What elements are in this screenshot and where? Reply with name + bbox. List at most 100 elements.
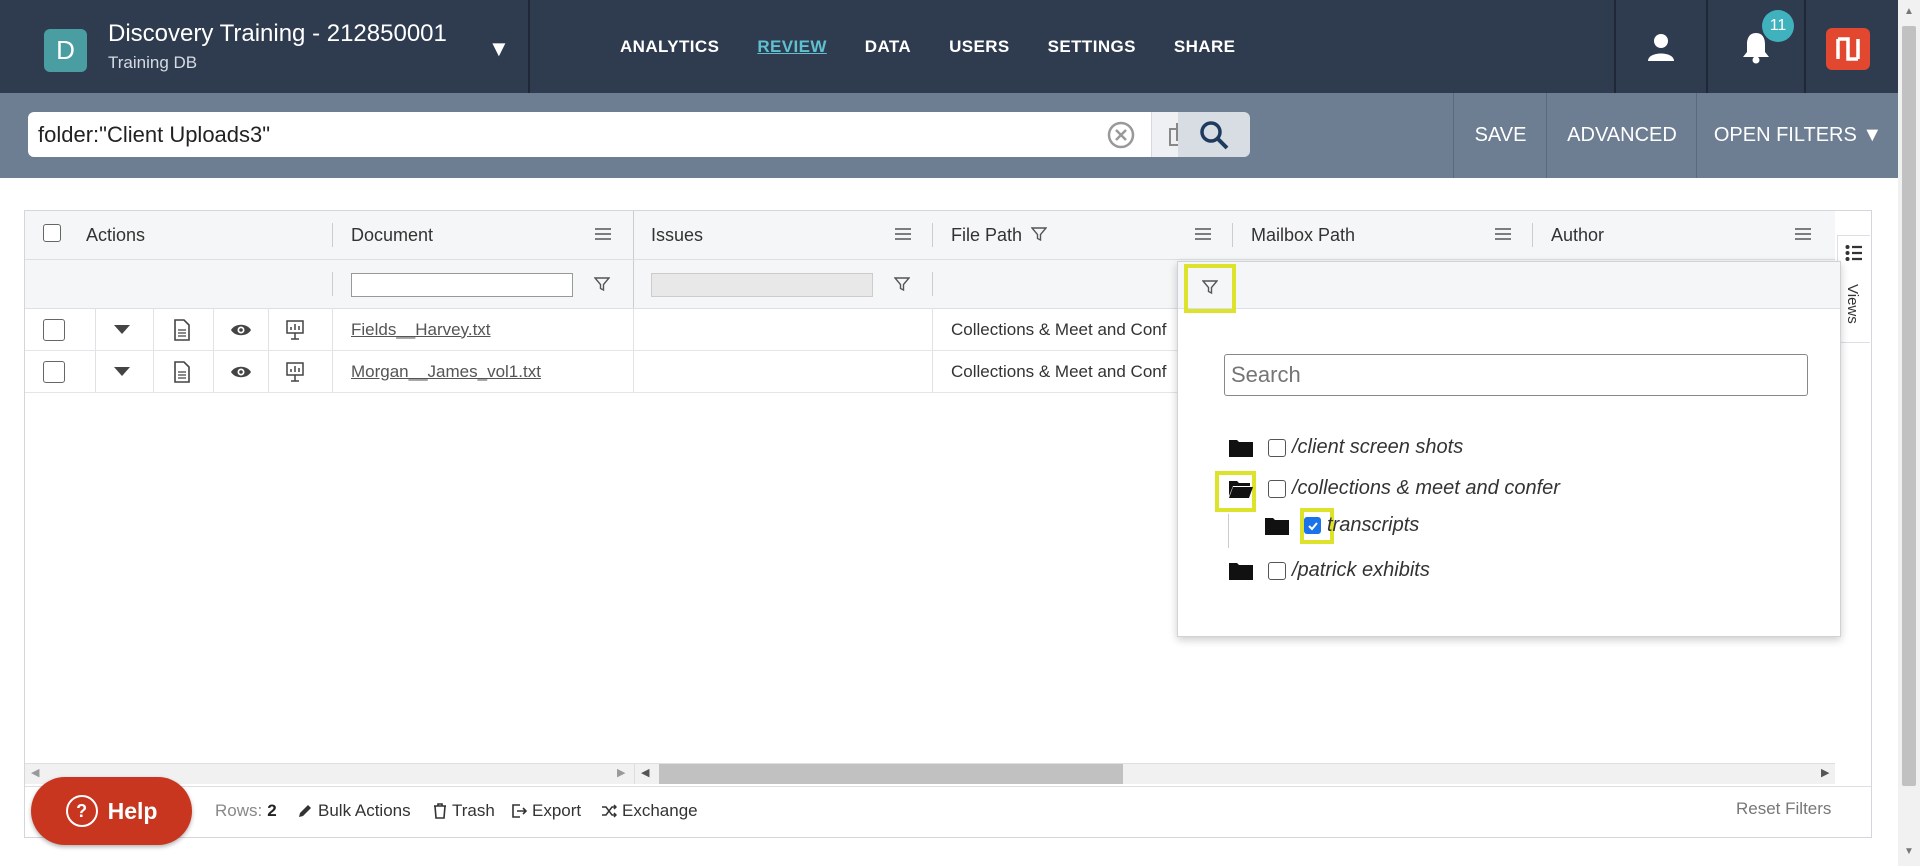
eye-icon[interactable] — [230, 322, 252, 338]
column-menu-icon[interactable] — [895, 227, 911, 241]
tree-item-patrick-exhibits[interactable]: /patrick exhibits — [1228, 559, 1430, 582]
divider — [633, 211, 634, 259]
divider — [633, 260, 634, 308]
popup-header — [1178, 262, 1840, 313]
document-icon[interactable] — [173, 361, 191, 383]
nav-data[interactable]: DATA — [865, 37, 911, 57]
search-query-text[interactable]: folder:"Client Uploads3" — [38, 122, 270, 148]
export-button[interactable]: Export — [511, 801, 581, 821]
caret-down-icon[interactable] — [113, 323, 131, 335]
database-avatar: D — [44, 29, 87, 72]
divider — [268, 351, 269, 392]
tree-connector — [1228, 514, 1229, 548]
file-path-cell: Collections & Meet and Conf — [951, 361, 1167, 381]
tree-item-collections-meet-and-confer[interactable]: /collections & meet and confer — [1228, 477, 1560, 500]
divider — [634, 764, 635, 784]
divider — [332, 223, 333, 247]
scrollbar-thumb[interactable] — [659, 764, 1123, 784]
search-input[interactable]: folder:"Client Uploads3" — [28, 112, 1207, 157]
column-header-author[interactable]: Author — [1551, 211, 1604, 259]
divider — [95, 351, 96, 392]
tree-checkbox[interactable] — [1268, 561, 1286, 580]
tree-item-client-screen-shots[interactable]: /client screen shots — [1228, 436, 1463, 459]
filter-icon[interactable] — [894, 276, 910, 292]
scroll-left-icon[interactable]: ◀ — [641, 766, 649, 779]
column-header-mailbox-path[interactable]: Mailbox Path — [1251, 211, 1355, 259]
file-path-cell: Collections & Meet and Conf — [951, 319, 1167, 339]
save-button[interactable]: SAVE — [1453, 93, 1547, 178]
database-dropdown-icon[interactable]: ▼ — [488, 36, 510, 62]
nav-users[interactable]: USERS — [949, 37, 1010, 57]
tree-checkbox[interactable] — [1268, 479, 1286, 498]
scroll-right-icon[interactable]: ▶ — [1821, 766, 1829, 779]
clear-search-icon[interactable] — [1106, 120, 1136, 155]
shuffle-icon — [602, 804, 617, 818]
divider — [332, 272, 333, 296]
scroll-down-icon[interactable]: ▼ — [1904, 846, 1914, 857]
eye-icon[interactable] — [230, 364, 252, 380]
divider — [932, 223, 933, 247]
scroll-right-icon[interactable]: ▶ — [617, 766, 625, 779]
document-icon[interactable] — [173, 319, 191, 341]
database-title[interactable]: Discovery Training - 212850001 — [108, 20, 447, 48]
row-checkbox[interactable] — [43, 361, 65, 383]
column-menu-icon[interactable] — [1495, 227, 1511, 241]
document-link[interactable]: Morgan__James_vol1.txt — [351, 351, 541, 392]
column-menu-icon[interactable] — [1195, 227, 1211, 241]
divider — [932, 309, 933, 350]
divider — [268, 309, 269, 350]
column-header-file-path[interactable]: File Path — [951, 211, 1022, 259]
scroll-left-icon[interactable]: ◀ — [31, 766, 39, 779]
filter-icon[interactable] — [594, 276, 610, 292]
nav-share[interactable]: SHARE — [1174, 37, 1236, 57]
views-label: Views — [1844, 284, 1861, 324]
column-menu-icon[interactable] — [595, 227, 611, 241]
document-filter-input[interactable] — [351, 273, 573, 297]
nav-settings[interactable]: SETTINGS — [1048, 37, 1136, 57]
nav-analytics[interactable]: ANALYTICS — [620, 37, 719, 57]
bell-icon[interactable] — [1708, 0, 1804, 93]
column-header-issues[interactable]: Issues — [651, 211, 703, 259]
exchange-button[interactable]: Exchange — [601, 801, 698, 821]
page-scrollbar[interactable]: ▲ ▼ — [1898, 0, 1920, 866]
trash-button[interactable]: Trash — [433, 801, 495, 821]
divider — [1232, 223, 1233, 247]
filter-icon[interactable] — [1202, 279, 1218, 295]
help-button[interactable]: ? Help — [31, 777, 192, 845]
divider — [153, 351, 154, 392]
divider — [95, 309, 96, 350]
user-icon[interactable] — [1616, 0, 1706, 93]
horizontal-scrollbar[interactable]: ◀ ▶ ◀ ▶ — [25, 763, 1835, 784]
select-all-checkbox[interactable] — [43, 224, 61, 242]
document-link[interactable]: Fields__Harvey.txt — [351, 309, 491, 350]
database-subtitle: Training DB — [108, 53, 198, 72]
issues-filter-input[interactable] — [651, 273, 873, 297]
bulk-actions-button[interactable]: Bulk Actions — [297, 801, 411, 821]
presentation-icon[interactable] — [285, 319, 305, 341]
tree-checkbox[interactable] — [1268, 438, 1286, 457]
open-filters-button[interactable]: OPEN FILTERS ▼ — [1696, 93, 1899, 178]
column-menu-icon[interactable] — [1795, 227, 1811, 241]
tree-item-transcripts[interactable]: transcripts — [1264, 514, 1419, 537]
row-count: Rows: 2 — [215, 801, 277, 820]
tree-checkbox-checked[interactable] — [1304, 517, 1321, 534]
nav-review[interactable]: REVIEW — [757, 37, 826, 57]
row-checkbox[interactable] — [43, 319, 65, 341]
folder-open-icon[interactable] — [1228, 479, 1254, 499]
divider — [633, 351, 634, 392]
brand-logo-icon[interactable] — [1826, 28, 1870, 70]
column-header-document[interactable]: Document — [351, 211, 433, 259]
advanced-button[interactable]: ADVANCED — [1546, 93, 1697, 178]
folder-search-input[interactable] — [1224, 354, 1808, 396]
scrollbar-thumb[interactable] — [1902, 26, 1916, 786]
scroll-up-icon[interactable]: ▲ — [1904, 6, 1914, 17]
reset-filters-button[interactable]: Reset Filters — [1736, 799, 1831, 819]
presentation-icon[interactable] — [285, 361, 305, 383]
folder-icon[interactable] — [1264, 516, 1290, 536]
caret-down-icon[interactable] — [113, 365, 131, 377]
search-button[interactable] — [1178, 112, 1250, 157]
views-panel-tab[interactable]: Views — [1837, 235, 1870, 343]
folder-icon[interactable] — [1228, 561, 1254, 581]
filter-active-icon[interactable] — [1031, 226, 1047, 242]
folder-icon[interactable] — [1228, 438, 1254, 458]
